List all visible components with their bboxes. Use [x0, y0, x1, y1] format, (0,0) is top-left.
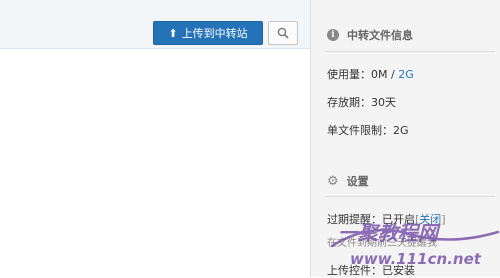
single-file-limit-value: 2G: [393, 124, 409, 137]
transfer-info-header: i 中转文件信息: [327, 24, 493, 46]
settings-header: ⚙ 设置: [327, 170, 493, 192]
storage-period-value: 30天: [371, 96, 396, 109]
bracket: ]: [441, 213, 446, 226]
toolbar: ⬆ 上传到中转站: [0, 0, 310, 49]
settings-title: 设置: [346, 175, 369, 188]
gear-icon: ⚙: [327, 173, 339, 189]
divider: [325, 196, 495, 197]
expiry-reminder-value: 已开启: [382, 213, 415, 226]
usage-used: 0M: [371, 68, 388, 81]
search-icon: [277, 27, 289, 39]
transfer-info-title: 中转文件信息: [347, 29, 413, 42]
usage-label: 使用量：: [327, 68, 371, 81]
storage-period-label: 存放期：: [327, 96, 371, 109]
file-list-area: [0, 49, 310, 277]
info-icon: i: [327, 29, 339, 41]
expiry-reminder-label: 过期提醒：: [327, 213, 382, 226]
storage-period-row: 存放期：30天: [327, 94, 396, 110]
expiry-reminder-description: 在文件到期前三天提醒我: [327, 238, 437, 249]
sidebar: i 中转文件信息 使用量：0M / 2G 存放期：30天 单文件限制：2G ⚙ …: [310, 0, 500, 277]
single-file-limit-label: 单文件限制：: [327, 124, 393, 137]
upload-to-transfer-button[interactable]: ⬆ 上传到中转站: [153, 21, 263, 45]
upload-button-label: 上传到中转站: [181, 27, 248, 40]
single-file-limit-row: 单文件限制：2G: [327, 122, 409, 138]
expiry-reminder-row: 过期提醒：已开启[关闭]: [327, 211, 446, 227]
divider: [325, 51, 495, 52]
expiry-reminder-toggle-link[interactable]: 关闭: [419, 213, 441, 226]
arrow-up-icon: ⬆: [168, 26, 178, 40]
usage-row: 使用量：0M / 2G: [327, 66, 414, 82]
search-button[interactable]: [268, 21, 298, 45]
upload-control-label: 上传控件：: [327, 264, 382, 277]
upload-control-row: 上传控件：已安装: [327, 262, 415, 278]
usage-separator: /: [387, 68, 399, 81]
upload-control-value: 已安装: [382, 264, 415, 277]
usage-total: 2G: [398, 68, 414, 81]
